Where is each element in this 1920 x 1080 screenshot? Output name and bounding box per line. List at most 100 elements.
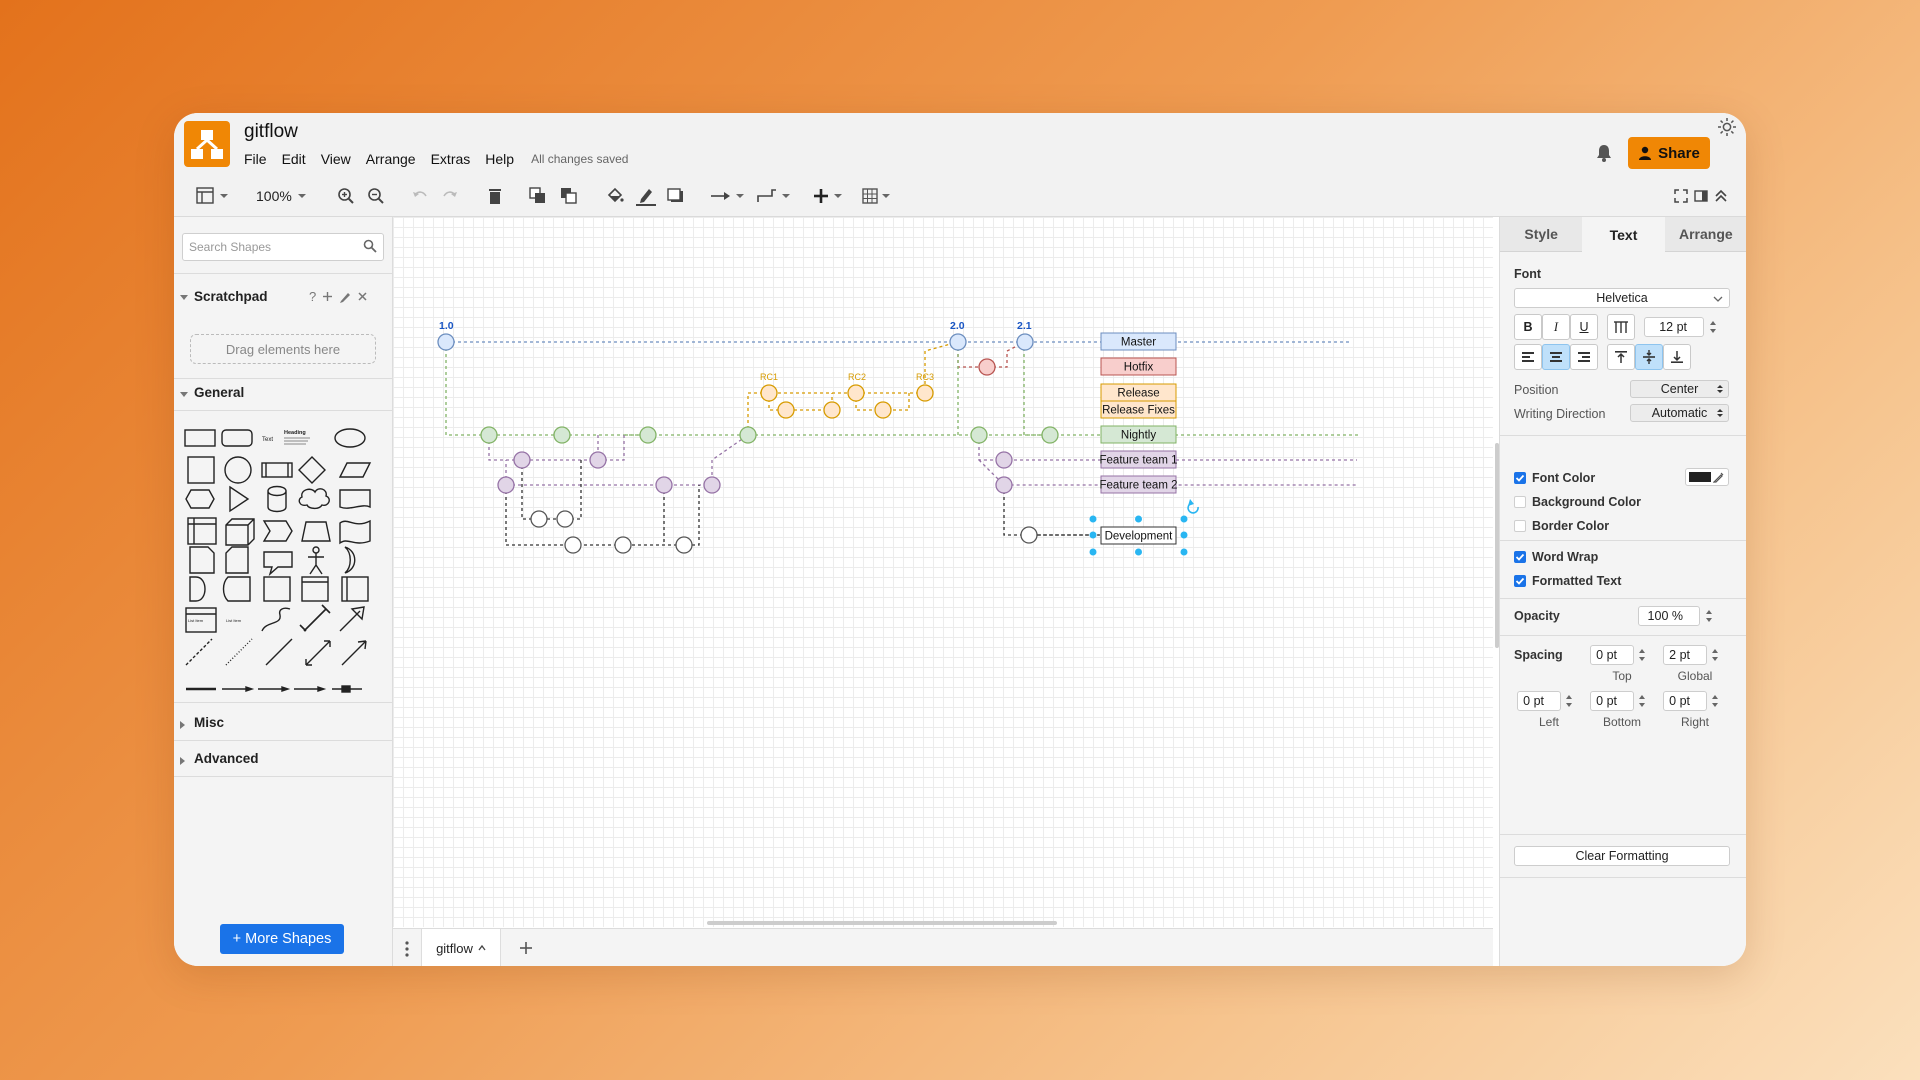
chevron-right-icon[interactable]	[180, 757, 185, 765]
spacing-right-input[interactable]: 0 pt	[1663, 691, 1707, 711]
underline-button[interactable]: U	[1570, 314, 1598, 340]
fullscreen-button[interactable]	[1674, 184, 1688, 208]
redo-button[interactable]	[441, 184, 459, 208]
edit-icon[interactable]	[339, 291, 351, 304]
menu-view[interactable]: View	[321, 151, 351, 167]
font-color-picker[interactable]	[1685, 468, 1729, 486]
align-middle-button[interactable]	[1635, 344, 1663, 370]
help-icon[interactable]: ?	[309, 289, 316, 304]
clear-formatting-button[interactable]: Clear Formatting	[1514, 846, 1730, 866]
align-top-button[interactable]	[1607, 344, 1635, 370]
general-section-title[interactable]: General	[194, 385, 244, 400]
italic-button[interactable]: I	[1542, 314, 1570, 340]
font-size-input[interactable]: 12 pt	[1644, 317, 1704, 337]
table-dropdown[interactable]	[862, 184, 894, 208]
misc-section-title[interactable]: Misc	[194, 715, 224, 730]
undo-button[interactable]	[411, 184, 429, 208]
tab-style[interactable]: Style	[1500, 217, 1583, 252]
align-left-button[interactable]	[1514, 344, 1542, 370]
word-wrap-checkbox[interactable]	[1514, 551, 1526, 563]
add-icon[interactable]	[322, 291, 333, 304]
to-back-button[interactable]	[560, 184, 578, 208]
spacing-top-stepper-icon[interactable]	[1638, 646, 1646, 664]
shapes-sidebar: Search Shapes Scratchpad ? Drag elements…	[174, 217, 393, 966]
search-icon[interactable]	[363, 239, 377, 253]
page-tab-gitflow[interactable]: gitflow	[421, 929, 501, 966]
zoom-dropdown[interactable]: 100%	[256, 184, 308, 208]
italic-glyph: I	[1553, 319, 1559, 334]
align-bottom-button[interactable]	[1663, 344, 1691, 370]
document-title[interactable]: gitflow	[244, 121, 298, 143]
feature-team-2-commit-node	[995, 476, 1013, 494]
add-page-icon[interactable]	[519, 941, 533, 955]
spacing-top-input[interactable]: 0 pt	[1590, 645, 1634, 665]
more-shapes-button[interactable]: + More Shapes	[220, 924, 344, 954]
eyedropper-icon[interactable]	[1713, 471, 1725, 483]
fill-color-button[interactable]	[606, 184, 624, 208]
writing-direction-select[interactable]: Automatic	[1630, 404, 1729, 422]
tab-text[interactable]: Text	[1582, 217, 1665, 252]
zoom-in-button[interactable]	[337, 184, 355, 208]
format-panel-toggle[interactable]	[196, 184, 230, 208]
close-icon[interactable]	[357, 291, 368, 304]
advanced-section-title[interactable]: Advanced	[194, 751, 259, 766]
menu-file[interactable]: File	[244, 151, 267, 167]
menu-help[interactable]: Help	[485, 151, 514, 167]
menu-extras[interactable]: Extras	[431, 151, 471, 167]
general-shapes-palette[interactable]: Text Heading List Item List Item	[182, 417, 387, 697]
font-color-checkbox[interactable]	[1514, 472, 1526, 484]
spacing-left-input[interactable]: 0 pt	[1517, 691, 1561, 711]
search-shapes-input[interactable]: Search Shapes	[182, 233, 384, 261]
to-front-button[interactable]	[529, 184, 547, 208]
menu-edit[interactable]: Edit	[282, 151, 306, 167]
diagram-canvas[interactable]: 1.0 2.0 2.1 RC1 RC2 RC3 Master Hotfix Re…	[393, 217, 1493, 927]
align-right-button[interactable]	[1570, 344, 1598, 370]
nightly-merge-line	[1023, 342, 1050, 436]
resize-handle	[1089, 531, 1097, 539]
theme-toggle-icon[interactable]	[1717, 117, 1737, 137]
background-color-checkbox[interactable]	[1514, 496, 1526, 508]
share-button[interactable]: Share	[1628, 137, 1710, 169]
align-center-button[interactable]	[1542, 344, 1570, 370]
feature-team-2-commit-node	[655, 476, 673, 494]
shadow-button[interactable]	[667, 184, 685, 208]
chevron-down-icon[interactable]	[180, 295, 188, 300]
line-color-button[interactable]	[636, 184, 656, 208]
spacing-global-stepper-icon[interactable]	[1711, 646, 1719, 664]
vertical-text-button[interactable]	[1607, 314, 1635, 340]
save-status[interactable]: All changes saved	[531, 152, 628, 167]
notification-bell-icon[interactable]	[1594, 143, 1614, 163]
formatted-text-checkbox[interactable]	[1514, 575, 1526, 587]
tab-arrange[interactable]: Arrange	[1664, 217, 1746, 252]
format-panel-button[interactable]	[1694, 184, 1708, 208]
horizontal-scrollbar[interactable]	[707, 921, 1057, 925]
font-color-swatch	[1689, 472, 1711, 482]
rotate-handle-icon[interactable]	[1187, 499, 1199, 514]
connection-style-dropdown[interactable]	[710, 184, 746, 208]
collapse-toolbar-button[interactable]	[1714, 184, 1728, 208]
pages-menu-icon[interactable]	[405, 941, 409, 957]
spacing-bottom-stepper-icon[interactable]	[1638, 692, 1646, 710]
chevron-right-icon[interactable]	[180, 721, 185, 729]
waypoints-dropdown[interactable]	[756, 184, 792, 208]
opacity-input[interactable]: 100 %	[1638, 606, 1700, 626]
scratchpad-title[interactable]: Scratchpad	[194, 289, 268, 304]
bold-button[interactable]: B	[1514, 314, 1542, 340]
font-family-select[interactable]: Helvetica	[1514, 288, 1730, 308]
spacing-global-input[interactable]: 2 pt	[1663, 645, 1707, 665]
menu-arrange[interactable]: Arrange	[366, 151, 416, 167]
opacity-stepper-icon[interactable]	[1705, 607, 1713, 625]
scratchpad-dropzone[interactable]: Drag elements here	[190, 334, 376, 364]
position-select[interactable]: Center	[1630, 380, 1729, 398]
border-color-checkbox[interactable]	[1514, 520, 1526, 532]
delete-button[interactable]	[487, 184, 503, 208]
spacing-right-stepper-icon[interactable]	[1711, 692, 1719, 710]
spacing-left-stepper-icon[interactable]	[1565, 692, 1573, 710]
spacing-bottom-input[interactable]: 0 pt	[1590, 691, 1634, 711]
insert-dropdown[interactable]	[814, 184, 846, 208]
data-storage-shape-icon	[222, 576, 251, 602]
chevron-down-icon[interactable]	[180, 392, 188, 397]
zoom-out-button[interactable]	[367, 184, 385, 208]
gitflow-diagram[interactable]: 1.0 2.0 2.1 RC1 RC2 RC3 Master Hotfix Re…	[393, 217, 1493, 927]
font-size-stepper-icon[interactable]	[1709, 318, 1717, 336]
